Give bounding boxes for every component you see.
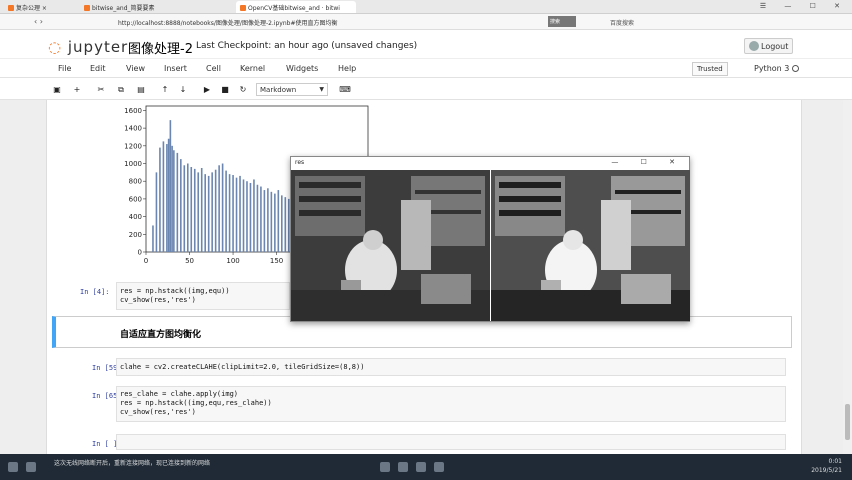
app-icon[interactable] (434, 462, 444, 472)
y-tick-label: 400 (129, 213, 142, 221)
cell-type-select[interactable]: Markdown ▼ (256, 83, 328, 96)
y-tick-label: 1200 (124, 142, 142, 150)
logo-text: jupyter (67, 38, 129, 56)
back-forward-icon[interactable]: ‹ › (34, 17, 43, 26)
network-notification: 这次无线网络断开后，重新连接网络，现已连接到新的网络 (54, 460, 211, 467)
y-tick-label: 1600 (124, 107, 142, 115)
window-controls[interactable]: ☰ — ☐ ✕ (760, 2, 848, 10)
lab-image-equalized (491, 170, 690, 321)
windows-start-icon[interactable] (8, 462, 18, 472)
tab-label: OpenCV基础bitwise_and · bitwi (248, 5, 340, 12)
y-tick-label: 200 (129, 231, 142, 239)
explorer-icon[interactable] (380, 462, 390, 472)
y-tick-label: 0 (138, 249, 142, 257)
jupyter-header: ◌ jupyter 图像处理-2 Last Checkpoint: an hou… (0, 30, 852, 58)
browser-tab-3[interactable]: OpenCV基础bitwise_and · bitwi (236, 1, 356, 13)
clock-time: 0:01 (828, 458, 842, 465)
save-icon[interactable]: ▣ (50, 83, 64, 97)
x-tick-label: 100 (226, 257, 239, 265)
lab-image-original (291, 170, 490, 321)
insert-cell-icon[interactable]: + (70, 83, 84, 97)
window-controls[interactable]: — ☐ ✕ (611, 158, 685, 166)
menu-kernel[interactable]: Kernel (240, 64, 265, 73)
jupyter-logo-icon: ◌ (48, 38, 63, 56)
copy-icon[interactable]: ⧉ (114, 83, 128, 97)
system-clock[interactable]: 0:01 2019/5/21 (811, 457, 842, 475)
jupyter-logo[interactable]: ◌ jupyter (48, 38, 128, 56)
menu-file[interactable]: File (58, 64, 71, 73)
tab-label: bitwise_and_简要要素 (92, 5, 155, 12)
browser-tab-bar: 复杂公理 × bitwise_and_简要要素 OpenCV基础bitwise_… (0, 0, 852, 14)
notebook-toolbar: ▣ + ✂ ⧉ ▤ ↑ ↓ ▶ ■ ↻ Markdown ▼ ⌨ (0, 80, 852, 100)
menu-bar: File Edit View Insert Cell Kernel Widget… (0, 58, 852, 78)
scrollbar-thumb[interactable] (845, 404, 850, 440)
window-title-bar[interactable]: res — ☐ ✕ (291, 157, 689, 169)
code-text: res_clahe = clahe.apply(img) res = np.hs… (120, 390, 272, 416)
url-field[interactable]: http://localhost:8888/notebooks/图像处理/图像处… (118, 18, 548, 27)
restart-icon[interactable]: ↻ (236, 83, 250, 97)
chevron-down-icon: ▼ (319, 86, 324, 93)
stop-icon[interactable]: ■ (218, 83, 232, 97)
y-tick-label: 1000 (124, 160, 142, 168)
run-icon[interactable]: ▶ (200, 83, 214, 97)
move-up-icon[interactable]: ↑ (158, 83, 172, 97)
browser-address-bar: ‹ › http://localhost:8888/notebooks/图像处理… (0, 14, 852, 30)
cut-icon[interactable]: ✂ (94, 83, 108, 97)
cell-prompt: In [4]: (80, 288, 110, 296)
paste-icon[interactable]: ▤ (134, 83, 148, 97)
browser-search-hint[interactable]: 百度搜索 (610, 18, 634, 27)
menu-cell[interactable]: Cell (206, 64, 221, 73)
image-illustration (491, 170, 690, 321)
windows-taskbar: 这次无线网络断开后，重新连接网络，现已连接到新的网络 0:01 2019/5/21 (0, 454, 852, 480)
checkpoint-status: Last Checkpoint: an hour ago (unsaved ch… (196, 41, 418, 51)
search-button[interactable]: 搜索 (548, 16, 576, 27)
browser-tab-2[interactable]: bitwise_and_简要要素 (80, 1, 210, 13)
scrollbar[interactable] (843, 100, 852, 454)
tab-favicon-icon (8, 5, 14, 11)
python-logo-icon (749, 41, 759, 51)
opencv-image-window[interactable]: res — ☐ ✕ (290, 156, 690, 322)
app-icon[interactable] (416, 462, 426, 472)
clock-date: 2019/5/21 (811, 467, 842, 474)
markdown-heading: 自适应直方图均衡化 (120, 330, 202, 340)
browser-icon[interactable] (398, 462, 408, 472)
image-illustration (291, 170, 490, 321)
browser-tab-1[interactable]: 复杂公理 × (4, 1, 74, 13)
tab-favicon-icon (84, 5, 90, 11)
x-tick-label: 50 (185, 257, 194, 265)
y-tick-label: 1400 (124, 125, 142, 133)
logout-button[interactable]: Logout (744, 38, 794, 54)
move-down-icon[interactable]: ↓ (176, 83, 190, 97)
kernel-status-icon (792, 65, 799, 72)
menu-edit[interactable]: Edit (90, 64, 106, 73)
keyboard-icon[interactable]: ⌨ (338, 83, 352, 97)
menu-help[interactable]: Help (338, 64, 356, 73)
menu-view[interactable]: View (126, 64, 145, 73)
notebook-name[interactable]: 图像处理-2 (128, 38, 193, 57)
y-tick-label: 800 (129, 178, 142, 186)
cell-type-value: Markdown (260, 86, 297, 94)
x-tick-label: 0 (144, 257, 148, 265)
logout-label: Logout (761, 42, 789, 51)
kernel-name: Python 3 (754, 64, 790, 73)
code-text: clahe = cv2.createCLAHE(clipLimit=2.0, t… (120, 363, 365, 371)
search-icon[interactable] (26, 462, 36, 472)
menu-insert[interactable]: Insert (164, 64, 187, 73)
code-cell[interactable] (116, 434, 786, 450)
window-title: res (295, 159, 305, 166)
tab-label: 复杂公理 × (16, 5, 47, 12)
x-tick-label: 150 (270, 257, 283, 265)
y-tick-label: 600 (129, 195, 142, 203)
trusted-indicator[interactable]: Trusted (692, 62, 728, 76)
tab-favicon-icon (240, 5, 246, 11)
code-text: res = np.hstack((img,equ)) cv_show(res,'… (120, 287, 230, 304)
menu-widgets[interactable]: Widgets (286, 64, 318, 73)
